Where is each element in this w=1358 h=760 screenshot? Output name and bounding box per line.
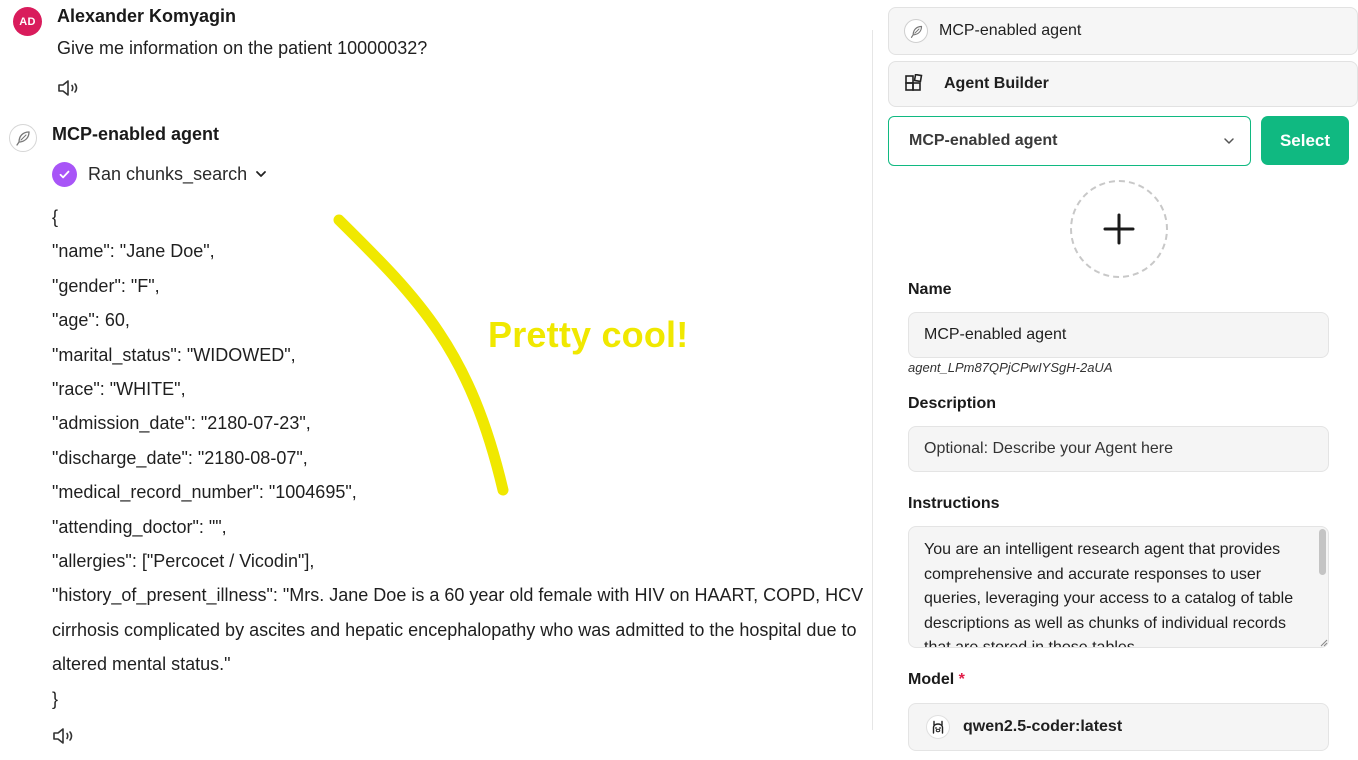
agent-avatar xyxy=(9,124,37,152)
model-label-text: Model xyxy=(908,671,955,688)
tab-agent[interactable]: MCP-enabled agent xyxy=(888,7,1358,55)
description-input[interactable]: Optional: Describe your Agent here xyxy=(908,426,1329,472)
tab-agent-builder[interactable]: Agent Builder xyxy=(888,61,1358,107)
response-line: "marital_status": "WIDOWED", xyxy=(52,344,296,365)
select-button[interactable]: Select xyxy=(1261,116,1349,165)
response-line: "medical_record_number": "1004695", xyxy=(52,482,357,503)
tool-call-label: Ran chunks_search xyxy=(88,163,248,184)
response-line: { xyxy=(52,207,59,227)
tab-agent-builder-label: Agent Builder xyxy=(944,75,1049,92)
response-line: "age": 60, xyxy=(52,310,130,331)
tab-agent-label: MCP-enabled agent xyxy=(939,22,1082,39)
response-line: } xyxy=(52,688,59,709)
agent-panel: MCP-enabled agent Agent Builder MCP-enab… xyxy=(888,0,1358,760)
agent-response: { "name": "Jane Doe", "gender": "F", "age":… xyxy=(52,200,867,716)
speaker-icon[interactable] xyxy=(52,726,76,746)
required-mark: * xyxy=(958,671,965,688)
response-line: "gender": "F", xyxy=(52,275,160,296)
response-line: "name": "Jane Doe", xyxy=(52,241,215,262)
user-name: Alexander Komyagin xyxy=(57,6,237,26)
response-line: "discharge_date": "2180-08-07", xyxy=(52,447,308,468)
name-label: Name xyxy=(908,281,952,298)
model-select[interactable]: qwen2.5-coder:latest xyxy=(908,703,1329,751)
user-avatar: AD xyxy=(13,7,42,36)
response-line: "allergies": ["Percocet / Vicodin"], xyxy=(52,551,315,572)
instructions-scrollbar[interactable] xyxy=(1319,529,1326,575)
description-label: Description xyxy=(908,395,997,412)
agent-select-value: MCP-enabled agent xyxy=(909,132,1058,149)
annotation-text: Pretty cool! xyxy=(488,314,689,355)
llama-icon xyxy=(926,715,950,739)
user-message: Give me information on the patient 10000… xyxy=(57,38,428,58)
agent-id: agent_LPm87QPjCPwIYSgH-2aUA xyxy=(908,360,1113,375)
instructions-textarea[interactable]: You are an intelligent research agent th… xyxy=(908,526,1329,648)
speaker-icon[interactable] xyxy=(57,78,81,98)
response-line: "admission_date": "2180-07-23", xyxy=(52,413,311,434)
blocks-icon xyxy=(905,74,923,91)
check-icon xyxy=(52,161,77,187)
agent-name: MCP-enabled agent xyxy=(52,124,220,144)
chevron-down-icon xyxy=(256,171,266,177)
response-line: "attending_doctor": "", xyxy=(52,516,227,537)
feather-icon xyxy=(16,131,30,146)
chevron-down-icon xyxy=(1224,138,1234,144)
column-divider xyxy=(872,30,873,730)
agent-select[interactable]: MCP-enabled agent xyxy=(888,116,1251,166)
chat-column: AD Alexander Komyagin Give me informatio… xyxy=(0,0,872,760)
response-line: "race": "WHITE", xyxy=(52,379,186,400)
tool-call-toggle[interactable]: Ran chunks_search xyxy=(52,161,268,187)
model-label: Model * xyxy=(908,671,965,689)
name-input[interactable]: MCP-enabled agent xyxy=(908,312,1329,358)
response-line: "history_of_present_illness": "Mrs. Jane… xyxy=(52,585,869,675)
resize-handle-icon[interactable] xyxy=(1320,639,1328,647)
avatar-upload[interactable] xyxy=(1070,180,1168,278)
model-select-value: qwen2.5-coder:latest xyxy=(963,718,1123,735)
instructions-label: Instructions xyxy=(908,495,1000,512)
plus-icon xyxy=(1103,213,1135,245)
feather-icon xyxy=(904,19,928,43)
